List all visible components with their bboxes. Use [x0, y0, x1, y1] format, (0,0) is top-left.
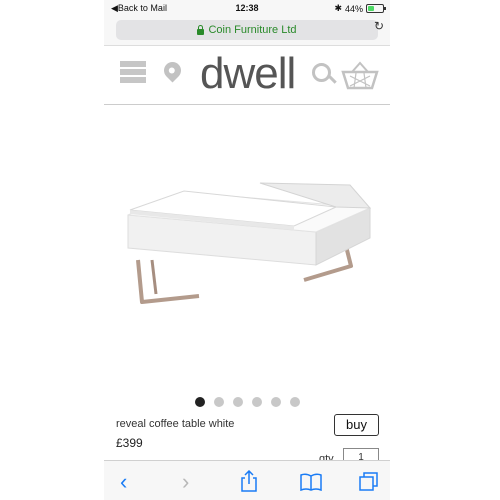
- battery-icon: [366, 4, 386, 13]
- buy-button[interactable]: buy: [334, 414, 379, 436]
- image-carousel-dots: [104, 397, 390, 407]
- site-header: dwell: [104, 46, 390, 105]
- lock-icon: [197, 24, 205, 35]
- address-bar-area: Coin Furniture Ltd ↻: [104, 17, 390, 46]
- site-logo[interactable]: dwell: [200, 49, 296, 99]
- battery-percent: 44%: [344, 3, 363, 14]
- bluetooth-icon: ✱: [334, 3, 342, 13]
- url-text: Coin Furniture Ltd: [208, 24, 297, 36]
- menu-icon[interactable]: [120, 61, 146, 87]
- product-name: reveal coffee table white: [116, 418, 235, 430]
- tabs-icon[interactable]: [359, 472, 379, 492]
- carousel-dot[interactable]: [270, 397, 281, 407]
- phone-screen: ◀Back to Mail 12:38 ✱ 44% Coin Furniture…: [104, 0, 390, 500]
- forward-arrow-icon[interactable]: ›: [182, 469, 189, 495]
- location-pin-icon[interactable]: [160, 58, 185, 83]
- address-bar[interactable]: Coin Furniture Ltd: [116, 20, 378, 40]
- reload-icon[interactable]: ↻: [374, 19, 384, 33]
- browser-toolbar: ‹ ›: [104, 460, 390, 500]
- bookmarks-icon[interactable]: [300, 473, 322, 491]
- carousel-dot[interactable]: [213, 397, 224, 407]
- battery-fill: [368, 6, 375, 11]
- back-arrow-icon[interactable]: ‹: [120, 469, 127, 495]
- carousel-dot[interactable]: [251, 397, 262, 407]
- carousel-dot[interactable]: [289, 397, 300, 407]
- search-icon[interactable]: [312, 63, 331, 82]
- status-bar: ◀Back to Mail 12:38 ✱ 44%: [104, 0, 390, 17]
- carousel-dot[interactable]: [232, 397, 243, 407]
- product-image[interactable]: [104, 120, 390, 380]
- product-price: £399: [116, 436, 143, 450]
- status-right: ✱ 44%: [334, 3, 386, 14]
- share-icon[interactable]: [240, 470, 258, 492]
- basket-icon[interactable]: [340, 60, 380, 90]
- carousel-dot[interactable]: [194, 397, 205, 407]
